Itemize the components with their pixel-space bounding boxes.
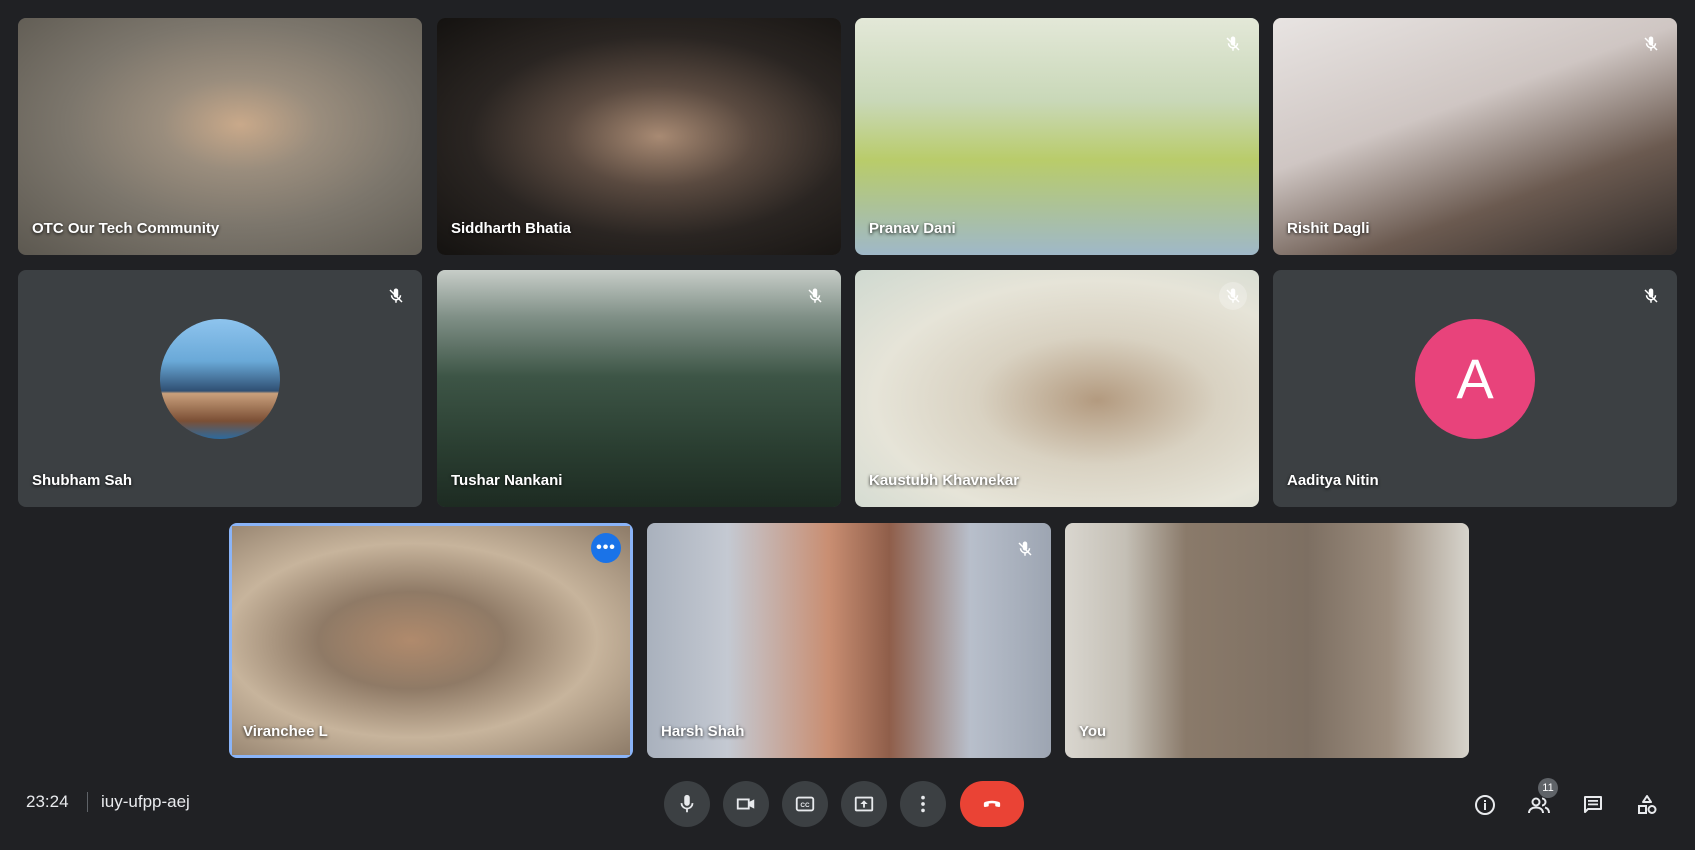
participant-tile[interactable]: Siddharth Bhatia [437, 18, 841, 255]
chat-button[interactable] [1578, 790, 1608, 820]
participant-name: Harsh Shah [661, 723, 745, 740]
mic-off-icon [801, 282, 829, 310]
participant-tile[interactable]: Pranav Dani [855, 18, 1259, 255]
more-vert-icon [921, 795, 925, 813]
present-icon [854, 796, 874, 812]
people-button[interactable]: 11 [1524, 778, 1558, 820]
participant-tile[interactable]: A Aaditya Nitin [1273, 270, 1677, 507]
participant-tile[interactable]: Harsh Shah [647, 523, 1051, 758]
participant-name: Shubham Sah [32, 472, 133, 489]
svg-text:CC: CC [800, 802, 810, 809]
participant-tile[interactable]: Rishit Dagli [1273, 18, 1677, 255]
participant-tile[interactable]: Kaustubh Khavnekar [855, 270, 1259, 507]
mic-toggle-button[interactable] [664, 781, 710, 827]
participant-name: Tushar Nankani [451, 472, 563, 489]
info-icon [1475, 795, 1495, 815]
leave-call-button[interactable] [960, 781, 1024, 827]
more-options-button[interactable] [900, 781, 946, 827]
microphone-icon [680, 794, 694, 813]
participant-name: Pranav Dani [869, 220, 956, 237]
camera-icon [736, 798, 755, 810]
more-options-icon[interactable]: ••• [591, 533, 621, 563]
participant-tile[interactable]: Shubham Sah [18, 270, 422, 507]
participant-name: Rishit Dagli [1287, 220, 1370, 237]
avatar [160, 318, 280, 439]
hangup-icon [983, 800, 1001, 808]
participant-name: Siddharth Bhatia [451, 220, 572, 237]
participant-name: OTC Our Tech Community [32, 220, 220, 237]
participant-name: Viranchee L [243, 723, 328, 740]
video-feed [232, 526, 630, 755]
mic-off-icon [1219, 30, 1247, 58]
present-screen-button[interactable] [841, 781, 887, 827]
participant-name: Aaditya Nitin [1287, 472, 1379, 489]
activities-icon [1638, 795, 1657, 814]
control-bar: 23:24 iuy-ufpp-aej CC 11 [0, 770, 1695, 850]
participant-name: You [1079, 723, 1107, 740]
activities-button[interactable] [1632, 790, 1662, 820]
mic-off-icon [1637, 30, 1665, 58]
meet-stage: OTC Our Tech Community Siddharth Bhatia … [0, 0, 1695, 850]
participant-tile-active-speaker[interactable]: ••• Viranchee L [229, 523, 633, 758]
captions-icon: CC [795, 796, 815, 812]
participant-tile-self[interactable]: You [1065, 523, 1469, 758]
video-feed [1065, 523, 1469, 758]
divider [87, 792, 88, 812]
camera-toggle-button[interactable] [723, 781, 769, 827]
captions-button[interactable]: CC [782, 781, 828, 827]
participant-count-badge: 11 [1538, 778, 1558, 798]
mic-off-icon [1219, 282, 1247, 310]
participant-tile[interactable]: Tushar Nankani [437, 270, 841, 507]
meeting-time: 23:24 [26, 792, 69, 811]
chat-icon [1584, 796, 1602, 813]
mic-off-icon [1011, 535, 1039, 563]
participant-name: Kaustubh Khavnekar [869, 472, 1020, 489]
meeting-code: iuy-ufpp-aej [101, 792, 190, 811]
mic-off-icon [1637, 282, 1665, 310]
mic-off-icon [382, 282, 410, 310]
meeting-details-button[interactable] [1470, 790, 1500, 820]
participant-tile[interactable]: OTC Our Tech Community [18, 18, 422, 255]
avatar: A [1415, 318, 1535, 439]
